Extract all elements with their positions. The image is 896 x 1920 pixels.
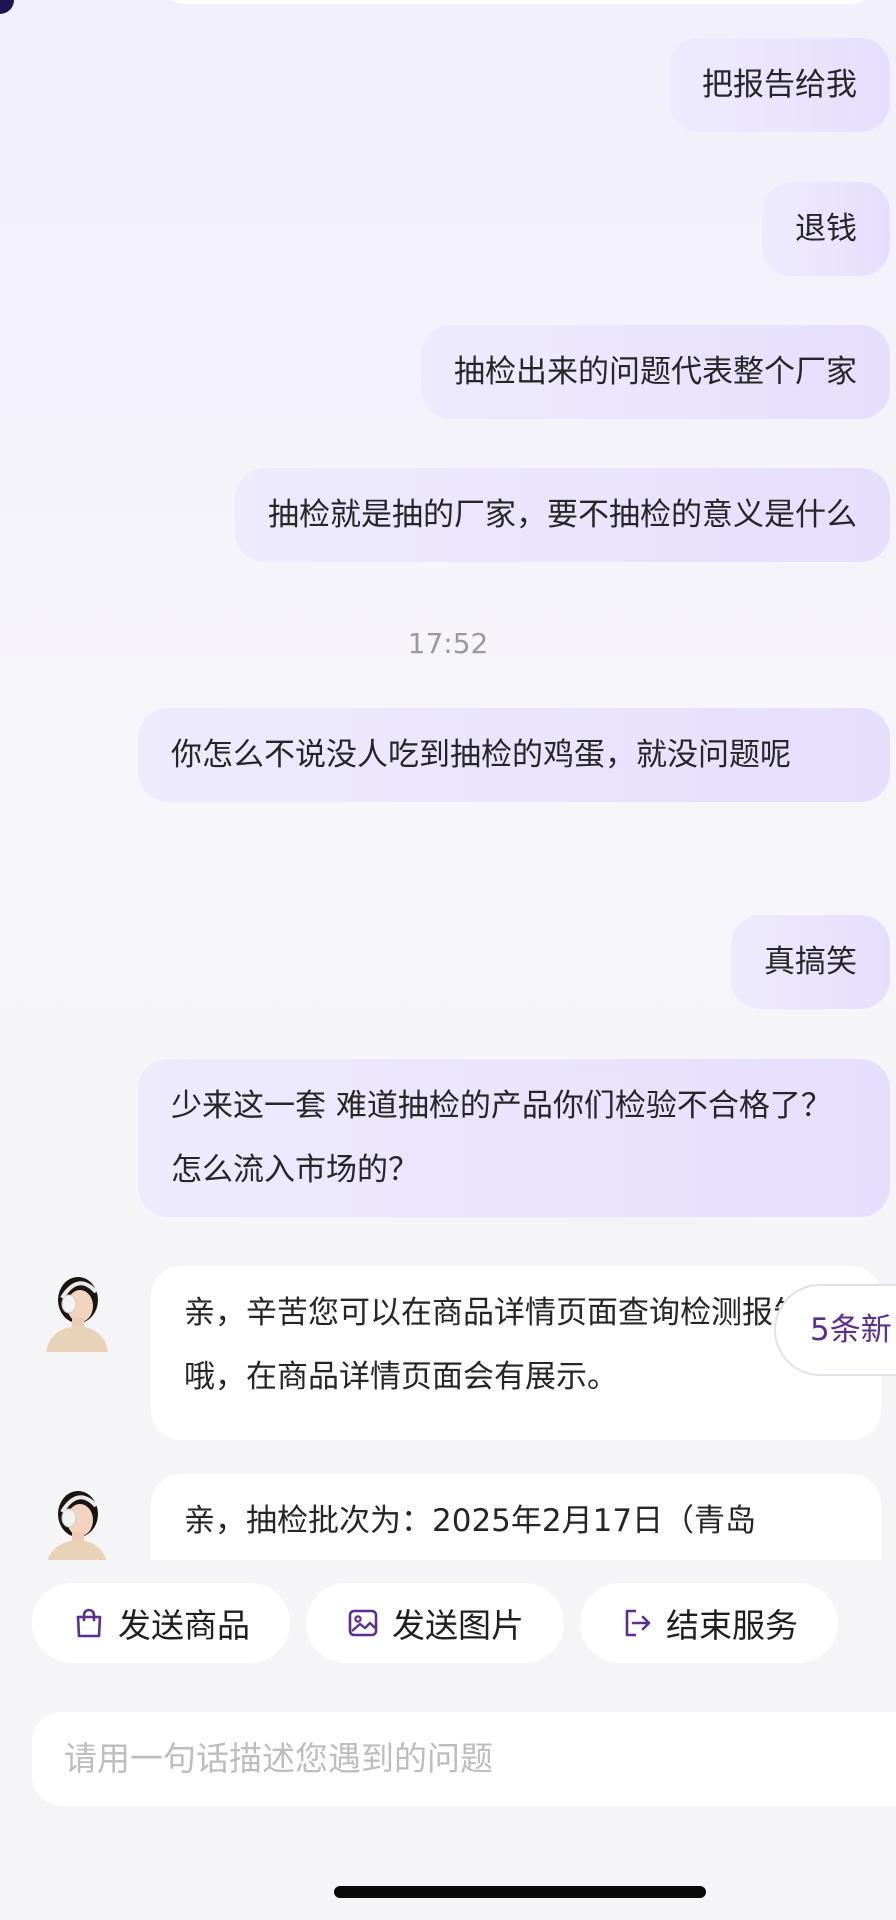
previous-bubble-edge <box>160 0 875 4</box>
exit-icon <box>625 1609 651 1637</box>
incoming-message[interactable]: 亲，辛苦您可以在商品详情页面查询检测报告哦，在商品详情页面会有展示。 <box>151 1266 881 1440</box>
new-messages-button[interactable]: 5条新 <box>774 1284 896 1376</box>
send-product-label: 发送商品 <box>118 1606 250 1645</box>
agent-avatar-image <box>46 1277 108 1352</box>
outgoing-message[interactable]: 抽检就是抽的厂家，要不抽检的意义是什么 <box>235 468 890 562</box>
shopping-bag-icon <box>76 1608 102 1638</box>
send-image-button[interactable]: 发送图片 <box>306 1583 564 1663</box>
quick-actions-bar: 发送商品 发送图片 结束服务 <box>0 1583 896 1663</box>
message-input[interactable]: 请用一句话描述您遇到的问题 <box>32 1712 896 1806</box>
outgoing-message[interactable]: 抽检出来的问题代表整个厂家 <box>421 325 890 419</box>
outgoing-message[interactable]: 把报告给我 <box>669 38 890 132</box>
end-service-button[interactable]: 结束服务 <box>580 1583 838 1663</box>
corner-accent <box>0 0 14 14</box>
outgoing-message[interactable]: 真搞笑 <box>731 915 890 1009</box>
message-timestamp: 17:52 <box>407 627 489 660</box>
send-product-button[interactable]: 发送商品 <box>32 1583 290 1663</box>
end-service-label: 结束服务 <box>666 1606 798 1645</box>
agent-avatar[interactable] <box>42 1482 108 1560</box>
send-image-label: 发送图片 <box>392 1606 524 1645</box>
chat-area[interactable]: 把报告给我 退钱 抽检出来的问题代表整个厂家 抽检就是抽的厂家，要不抽检的意义是… <box>0 0 896 1560</box>
outgoing-message[interactable]: 少来这一套 难道抽检的产品你们检验不合格了？怎么流入市场的？ <box>138 1059 890 1217</box>
incoming-message[interactable]: 亲，抽检批次为：2025年2月17日（青岛 <box>151 1474 881 1560</box>
image-icon <box>348 1609 378 1637</box>
outgoing-message[interactable]: 退钱 <box>762 182 890 276</box>
home-indicator[interactable] <box>334 1886 706 1898</box>
agent-avatar[interactable] <box>42 1268 108 1352</box>
outgoing-message[interactable]: 你怎么不说没人吃到抽检的鸡蛋，就没问题呢 <box>138 708 890 802</box>
agent-avatar-image <box>47 1491 107 1560</box>
